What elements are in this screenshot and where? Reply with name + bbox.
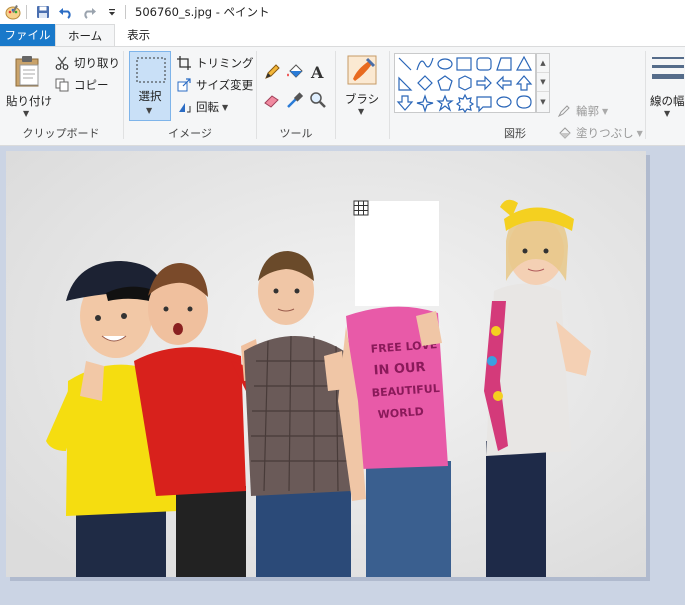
image-canvas[interactable]: FREE LOVE IN OUR BEAUTIFUL WORLD — [6, 151, 646, 577]
redo-icon[interactable] — [79, 2, 99, 22]
resize-button[interactable]: サイズ変更 — [176, 75, 253, 95]
fill-button[interactable]: 塗りつぶし ▼ — [556, 123, 643, 143]
cut-button[interactable]: 切り取り — [54, 53, 120, 73]
line-width-label: 線の幅 — [650, 94, 685, 108]
crop-label: トリミング — [196, 56, 254, 70]
chevron-down-icon: ▼ — [222, 102, 229, 112]
rotate-label: 回転 — [196, 100, 219, 114]
scissors-icon — [54, 55, 70, 71]
outline-label: 輪郭 — [576, 104, 599, 118]
tab-file[interactable]: ファイル — [0, 24, 55, 46]
text-tool-icon[interactable]: A — [309, 63, 329, 83]
photo-children-thumbs-up: FREE LOVE IN OUR BEAUTIFUL WORLD — [6, 151, 646, 577]
tools-group: A ツール — [257, 47, 335, 145]
chevron-down-icon: ▼ — [636, 128, 643, 138]
scroll-up-icon[interactable]: ▲ — [537, 54, 549, 73]
size-group: 線の幅 ▼ — [646, 47, 685, 145]
rotate-button[interactable]: 回転 ▼ — [176, 97, 228, 117]
clipboard-group: 貼り付け ▼ 切り取り コピー クリップボード — [0, 47, 122, 145]
gallery-expand-icon[interactable]: ▼ — [537, 92, 549, 111]
toolbar-divider — [125, 5, 126, 19]
outline-button[interactable]: 輪郭 ▼ — [556, 101, 608, 121]
save-icon[interactable] — [33, 2, 53, 22]
fill-label: 塗りつぶし — [576, 126, 634, 140]
image-group: 選択 ▼ トリミング サイズ変更 回転 ▼ イメージ — [124, 47, 256, 145]
brush-icon — [347, 55, 377, 88]
chevron-down-icon: ▼ — [602, 106, 609, 116]
outline-pen-icon — [556, 103, 572, 119]
copy-icon — [54, 77, 70, 93]
tab-home[interactable]: ホーム — [55, 24, 116, 46]
copy-button[interactable]: コピー — [54, 75, 109, 95]
title-bar: 506760_s.jpg - ペイント — [0, 0, 685, 24]
customize-quick-access-icon[interactable] — [102, 2, 122, 22]
shapes-gallery-scrollbar[interactable]: ▲ ▼ ▼ — [536, 53, 550, 113]
fill-bucket-icon — [556, 125, 572, 141]
paste-button[interactable]: 貼り付け ▼ — [6, 51, 52, 121]
image-group-label: イメージ — [168, 127, 212, 140]
brushes-label: ブラシ — [344, 92, 380, 106]
line-width-icon[interactable] — [652, 55, 684, 85]
ribbon: 貼り付け ▼ 切り取り コピー クリップボード 選択 ▼ トリミング サイズ変更… — [0, 46, 685, 146]
pencil-icon[interactable] — [263, 63, 283, 83]
undo-icon[interactable] — [56, 2, 76, 22]
magnifier-icon[interactable] — [309, 91, 329, 111]
ribbon-tabs: ファイル ホーム 表示 — [0, 24, 685, 46]
select-button[interactable]: 選択 ▼ — [129, 51, 171, 121]
crop-button[interactable]: トリミング — [176, 53, 254, 73]
chevron-down-icon: ▼ — [23, 109, 30, 118]
rotate-icon — [176, 99, 192, 115]
shapes-gallery[interactable] — [394, 53, 536, 114]
quick-access-toolbar — [0, 0, 129, 24]
clipboard-icon — [14, 55, 42, 90]
fill-bucket-icon[interactable] — [286, 63, 306, 83]
select-rectangle-icon — [136, 57, 166, 86]
tools-group-label: ツール — [279, 127, 313, 140]
resize-label: サイズ変更 — [196, 78, 254, 92]
chevron-down-icon: ▼ — [664, 109, 671, 118]
chevron-down-icon: ▼ — [358, 107, 365, 116]
copy-label: コピー — [74, 78, 109, 92]
brushes-group: ブラシ ▼ — [336, 47, 388, 145]
scroll-down-icon[interactable]: ▼ — [537, 73, 549, 92]
crop-icon — [176, 55, 192, 71]
window-title: 506760_s.jpg - ペイント — [135, 5, 270, 19]
tab-view[interactable]: 表示 — [115, 24, 162, 46]
resize-icon — [176, 77, 192, 93]
toolbar-divider — [26, 5, 27, 19]
clipboard-group-label: クリップボード — [22, 127, 100, 140]
shapes-gallery-icons — [396, 55, 533, 114]
svg-text:A: A — [310, 63, 324, 81]
canvas-workspace: FREE LOVE IN OUR BEAUTIFUL WORLD — [0, 146, 685, 605]
select-label: 選択 — [138, 89, 162, 103]
brushes-button[interactable]: ブラシ ▼ — [340, 51, 384, 121]
color-picker-icon[interactable] — [286, 91, 306, 111]
paste-label: 貼り付け — [6, 94, 52, 108]
chevron-down-icon: ▼ — [146, 106, 153, 115]
paint-app-icon[interactable] — [3, 2, 23, 22]
eraser-icon[interactable] — [263, 91, 283, 111]
cut-label: 切り取り — [74, 56, 120, 70]
selection-move-handle-icon[interactable] — [353, 200, 369, 219]
